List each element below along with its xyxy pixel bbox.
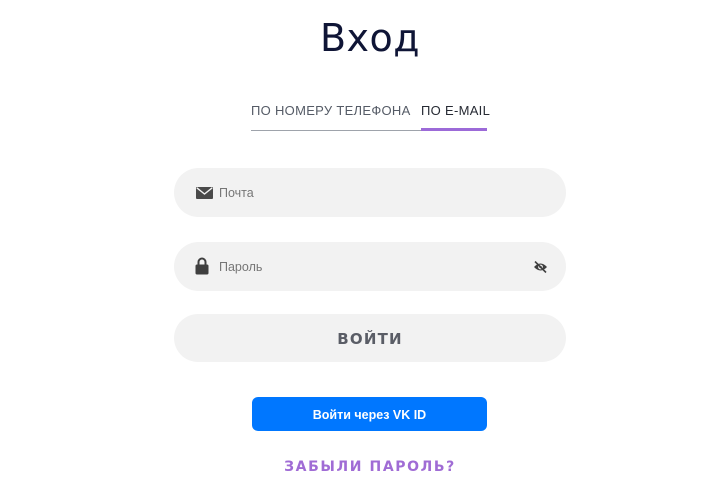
vk-id-login-button[interactable]: Войти через VK ID xyxy=(252,397,487,431)
tab-email[interactable]: ПО E-MAIL xyxy=(421,100,490,131)
login-page: Вход ПО НОМЕРУ ТЕЛЕФОНА ПО E-MAIL ВОЙТИ … xyxy=(0,0,723,490)
tab-phone[interactable]: ПО НОМЕРУ ТЕЛЕФОНА xyxy=(251,100,421,131)
email-input[interactable] xyxy=(219,168,519,217)
lock-icon xyxy=(195,257,209,275)
forgot-password-link[interactable]: ЗАБЫЛИ ПАРОЛЬ? xyxy=(0,459,723,475)
password-input[interactable] xyxy=(219,242,519,291)
email-field xyxy=(174,168,566,217)
envelope-icon xyxy=(196,187,213,199)
password-field xyxy=(174,242,566,291)
login-method-tabs: ПО НОМЕРУ ТЕЛЕФОНА ПО E-MAIL xyxy=(251,100,490,132)
login-button[interactable]: ВОЙТИ xyxy=(174,314,566,362)
eye-slash-icon[interactable] xyxy=(533,261,548,273)
page-title: Вход xyxy=(319,16,421,60)
